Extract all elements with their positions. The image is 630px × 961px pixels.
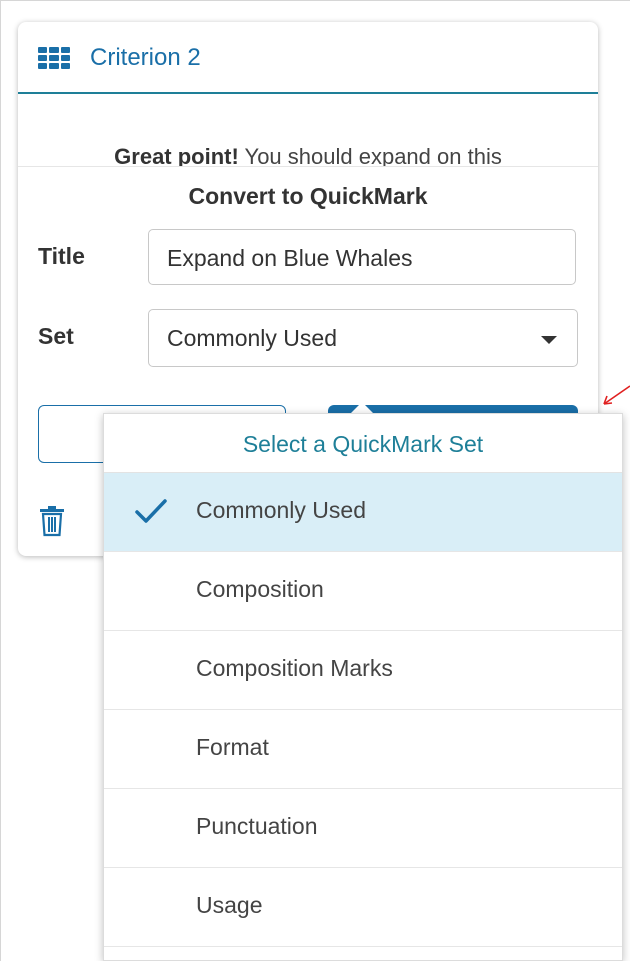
title-label: Title: [38, 243, 85, 269]
dropdown-item-label: Composition: [196, 576, 324, 602]
frame-top-border: [0, 0, 630, 1]
caret-down-icon: [541, 336, 557, 344]
card-title: Criterion 2: [90, 44, 201, 71]
trash-icon[interactable]: [38, 505, 66, 537]
dropdown-item-punctuation[interactable]: Punctuation: [104, 789, 622, 868]
dropdown-item-format[interactable]: Format: [104, 710, 622, 789]
comment-text: Great point! You should expand on this: [18, 144, 598, 168]
checkmark-icon: [135, 499, 167, 523]
dropdown-list: Commonly Used Composition Composition Ma…: [104, 473, 622, 947]
annotation-arrow-icon: [603, 385, 630, 405]
dropdown-item-label: Usage: [196, 892, 263, 918]
comment-rest: You should expand on this: [238, 144, 502, 168]
card-header: Criterion 2: [18, 22, 598, 94]
convert-title: Convert to QuickMark: [188, 183, 428, 209]
dropdown-item-composition-marks[interactable]: Composition Marks: [104, 631, 622, 710]
dropdown-item-commonly-used[interactable]: Commonly Used: [104, 473, 622, 552]
dropdown-header: Select a QuickMark Set: [104, 414, 622, 473]
dropdown-item-label: Commonly Used: [196, 497, 366, 523]
set-select[interactable]: Commonly Used: [148, 309, 578, 367]
comment-bold: Great point!: [114, 144, 239, 168]
set-select-value: Commonly Used: [167, 325, 337, 351]
dropdown-item-label: Punctuation: [196, 813, 318, 839]
frame-left-border: [0, 0, 1, 961]
dropdown-item-label: Format: [196, 734, 269, 760]
set-label: Set: [38, 323, 74, 349]
quickmark-set-dropdown: Select a QuickMark Set Commonly Used Com…: [103, 413, 623, 961]
dropdown-item-usage[interactable]: Usage: [104, 868, 622, 947]
dropdown-item-composition[interactable]: Composition: [104, 552, 622, 631]
grid-icon: [38, 47, 70, 69]
dropdown-item-label: Composition Marks: [196, 655, 393, 681]
title-input[interactable]: Expand on Blue Whales: [148, 229, 576, 285]
